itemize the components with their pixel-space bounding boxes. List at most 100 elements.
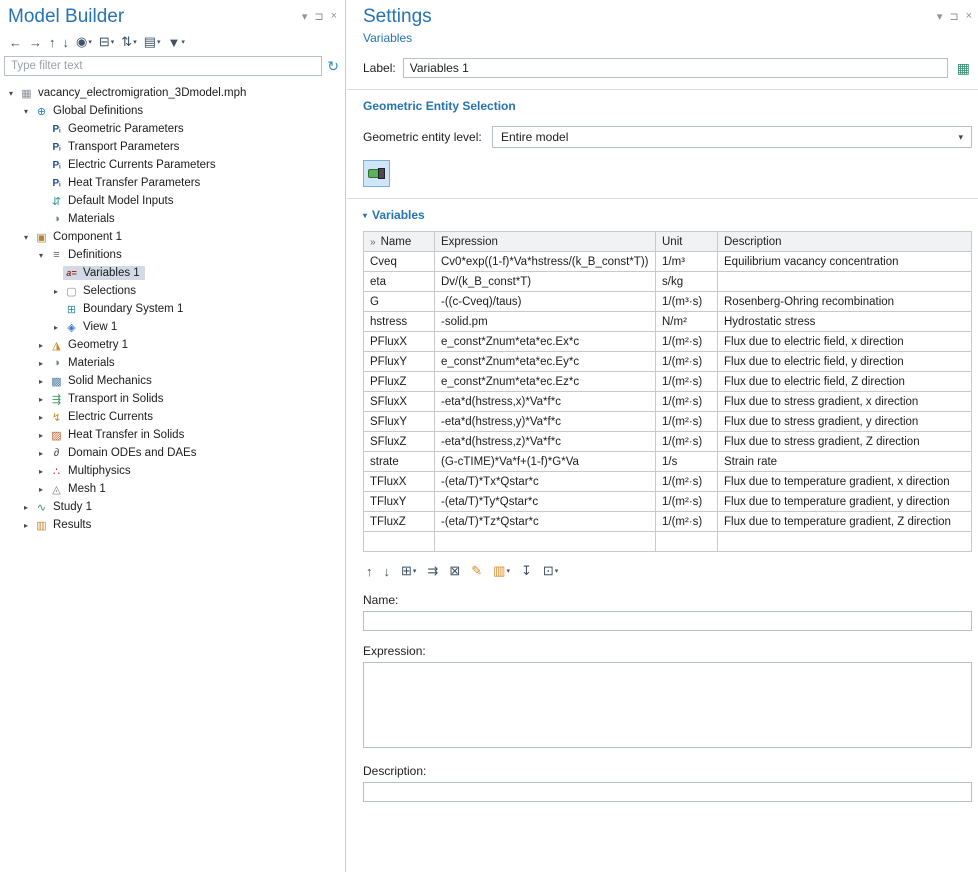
tree-item[interactable]: a= Variables 1 <box>0 264 345 282</box>
table-settings-menu-button[interactable]: ⊡ ▾ <box>540 562 561 580</box>
tree-chevron-icon[interactable]: ▾ <box>19 107 33 116</box>
tree-chevron-icon[interactable]: ▸ <box>19 521 33 530</box>
tree-item[interactable]: ▸ ∴ Multiphysics <box>0 462 345 480</box>
var-name-cell[interactable]: G <box>364 292 435 312</box>
var-name-cell[interactable]: strate <box>364 452 435 472</box>
var-unit-cell[interactable] <box>656 532 718 552</box>
var-expression-cell[interactable]: Dv/(k_B_const*T) <box>435 272 656 292</box>
var-description-cell[interactable]: Strain rate <box>718 452 972 472</box>
tree-item[interactable]: ▸ ∿ Study 1 <box>0 498 345 516</box>
var-unit-cell[interactable]: 1/(m³·s) <box>656 292 718 312</box>
var-expression-cell[interactable]: e_const*Znum*eta*ec.Ez*c <box>435 372 656 392</box>
settings-breadcrumb[interactable]: Variables <box>363 31 412 45</box>
var-description-cell[interactable] <box>718 532 972 552</box>
tree-chevron-icon[interactable]: ▸ <box>34 431 48 440</box>
expression-input[interactable] <box>363 662 972 748</box>
edit-variable-button[interactable]: ✎ <box>468 562 485 580</box>
var-name-cell[interactable] <box>364 532 435 552</box>
var-description-cell[interactable]: Flux due to temperature gradient, y dire… <box>718 492 972 512</box>
var-expression-cell[interactable]: Cv0*exp((1-f)*Va*hstress/(k_B_const*T)) <box>435 252 656 272</box>
tree-filter-input[interactable] <box>4 56 322 76</box>
tree-item[interactable]: Pᵢ Geometric Parameters <box>0 120 345 138</box>
var-expression-cell[interactable]: e_const*Znum*eta*ec.Ex*c <box>435 332 656 352</box>
tree-chevron-icon[interactable]: ▸ <box>34 449 48 458</box>
tree-item[interactable]: ▸ ◑ Materials <box>0 354 345 372</box>
float-panel-icon[interactable]: ⊐ <box>314 10 323 23</box>
tree-item[interactable]: ▸ ▨ Heat Transfer in Solids <box>0 426 345 444</box>
var-expression-cell[interactable]: -eta*d(hstress,x)*Va*f*c <box>435 392 656 412</box>
variables-section-heading[interactable]: ▾ Variables <box>363 208 425 222</box>
var-unit-cell[interactable]: 1/(m²·s) <box>656 432 718 452</box>
var-expression-cell[interactable]: -(eta/T)*Tz*Qstar*c <box>435 512 656 532</box>
tree-item[interactable]: ▸ ↯ Electric Currents <box>0 408 345 426</box>
active-selection-toggle-button[interactable] <box>363 160 390 187</box>
var-description-cell[interactable]: Flux due to stress gradient, y direction <box>718 412 972 432</box>
var-unit-cell[interactable]: s/kg <box>656 272 718 292</box>
var-name-cell[interactable]: SFluxX <box>364 392 435 412</box>
tree-item[interactable]: ▸ ▢ Selections <box>0 282 345 300</box>
label-aux-button[interactable]: ▦ <box>955 60 972 77</box>
var-description-cell[interactable]: Rosenberg-Ohring recombination <box>718 292 972 312</box>
var-unit-cell[interactable]: 1/s <box>656 452 718 472</box>
var-name-cell[interactable]: TFluxY <box>364 492 435 512</box>
row-move-up-button[interactable]: ↑ <box>363 563 376 580</box>
refresh-icon[interactable]: ↻ <box>327 58 339 75</box>
panel-menu-icon[interactable]: ▾ <box>937 10 943 23</box>
var-expression-cell[interactable]: -eta*d(hstress,y)*Va*f*c <box>435 412 656 432</box>
tree-item[interactable]: ⊞ Boundary System 1 <box>0 300 345 318</box>
tree-chevron-icon[interactable]: ▸ <box>34 341 48 350</box>
var-description-cell[interactable]: Flux due to electric field, x direction <box>718 332 972 352</box>
tree-item[interactable]: ⇵ Default Model Inputs <box>0 192 345 210</box>
var-name-cell[interactable]: PFluxY <box>364 352 435 372</box>
var-expression-cell[interactable]: e_const*Znum*eta*ec.Ey*c <box>435 352 656 372</box>
var-unit-cell[interactable]: 1/(m²·s) <box>656 472 718 492</box>
var-description-cell[interactable]: Flux due to temperature gradient, Z dire… <box>718 512 972 532</box>
tree-chevron-icon[interactable]: ▸ <box>34 395 48 404</box>
tree-item[interactable]: ▸ ⇶ Transport in Solids <box>0 390 345 408</box>
var-unit-cell[interactable]: N/m² <box>656 312 718 332</box>
var-name-cell[interactable]: SFluxY <box>364 412 435 432</box>
load-from-file-menu-button[interactable]: ▥ ▾ <box>490 562 513 580</box>
filter-menu-button[interactable]: ▼ ▾ <box>165 34 188 51</box>
var-description-cell[interactable]: Flux due to electric field, y direction <box>718 352 972 372</box>
tree-item[interactable]: ▾ ▣ Component 1 <box>0 228 345 246</box>
var-unit-cell[interactable]: 1/(m²·s) <box>656 512 718 532</box>
geometric-entity-level-select[interactable]: Entire model ▾ <box>492 126 972 148</box>
var-unit-cell[interactable]: 1/(m²·s) <box>656 332 718 352</box>
tree-item[interactable]: ▾ ▦ vacancy_electromigration_3Dmodel.mph <box>0 84 345 102</box>
tree-item[interactable]: Pᵢ Electric Currents Parameters <box>0 156 345 174</box>
tree-chevron-icon[interactable]: ▸ <box>34 413 48 422</box>
tree-item[interactable]: ◑ Materials <box>0 210 345 228</box>
tree-item[interactable]: ▾ ≡ Definitions <box>0 246 345 264</box>
expand-menu-button[interactable]: ⇅ ▾ <box>118 33 139 51</box>
tree-chevron-icon[interactable]: ▸ <box>34 485 48 494</box>
var-unit-cell[interactable]: 1/(m²·s) <box>656 492 718 512</box>
tree-chevron-icon[interactable]: ▾ <box>19 233 33 242</box>
var-unit-cell[interactable]: 1/(m²·s) <box>656 372 718 392</box>
var-expression-cell[interactable] <box>435 532 656 552</box>
var-description-cell[interactable]: Flux due to electric field, Z direction <box>718 372 972 392</box>
go-back-button[interactable]: ← <box>6 34 25 51</box>
close-panel-icon[interactable]: × <box>966 10 972 23</box>
var-expression-cell[interactable]: -eta*d(hstress,z)*Va*f*c <box>435 432 656 452</box>
delete-rows-button[interactable]: ⊠ <box>446 562 463 580</box>
tree-item[interactable]: ▸ ◮ Geometry 1 <box>0 336 345 354</box>
var-name-cell[interactable]: TFluxZ <box>364 512 435 532</box>
collapse-menu-button[interactable]: ⊟ ▾ <box>96 33 117 51</box>
tree-item[interactable]: ▸ ∂ Domain ODEs and DAEs <box>0 444 345 462</box>
var-expression-cell[interactable]: -solid.pm <box>435 312 656 332</box>
geometric-entity-selection-heading[interactable]: Geometric Entity Selection <box>363 99 516 113</box>
var-unit-cell[interactable]: 1/m³ <box>656 252 718 272</box>
move-up-button[interactable]: ↑ <box>46 34 59 51</box>
var-name-cell[interactable]: PFluxZ <box>364 372 435 392</box>
float-panel-icon[interactable]: ⊐ <box>949 10 958 23</box>
tree-item[interactable]: ▾ ⊕ Global Definitions <box>0 102 345 120</box>
label-input[interactable] <box>403 58 948 78</box>
description-input[interactable] <box>363 782 972 802</box>
tree-item[interactable]: Pᵢ Transport Parameters <box>0 138 345 156</box>
var-description-cell[interactable]: Equilibrium vacancy concentration <box>718 252 972 272</box>
var-unit-cell[interactable]: 1/(m²·s) <box>656 412 718 432</box>
tree-chevron-icon[interactable]: ▸ <box>34 377 48 386</box>
var-description-cell[interactable]: Flux due to stress gradient, x direction <box>718 392 972 412</box>
var-description-cell[interactable]: Hydrostatic stress <box>718 312 972 332</box>
